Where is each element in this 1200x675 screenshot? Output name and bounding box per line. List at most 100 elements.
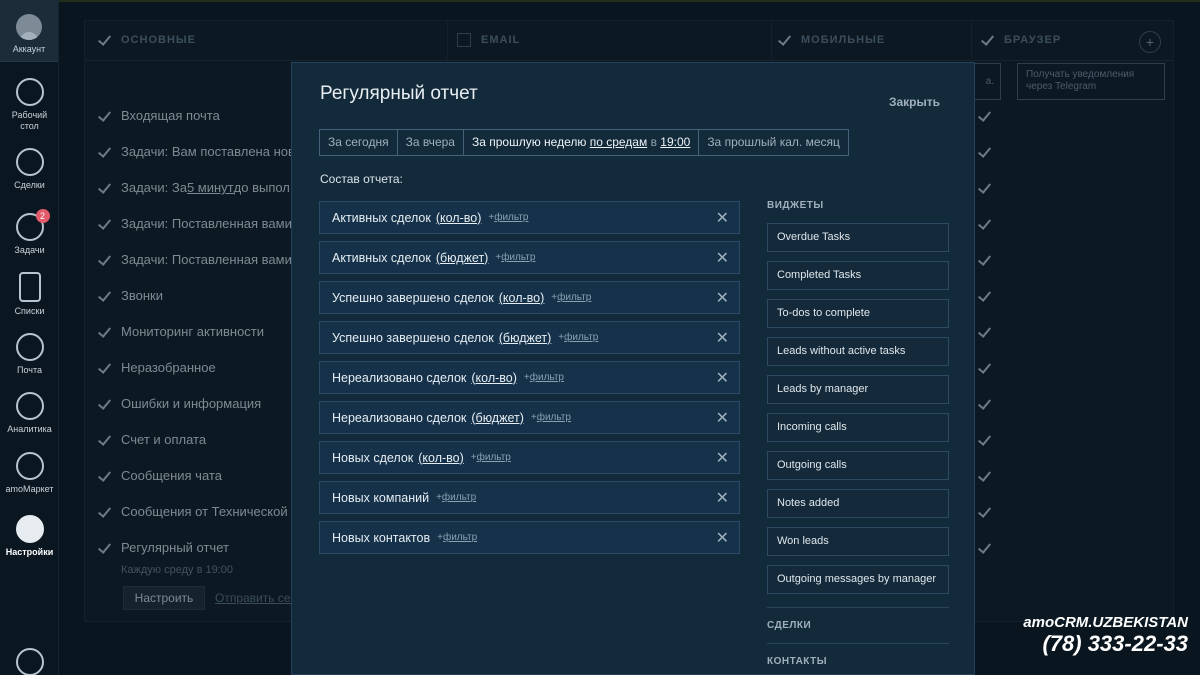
report-item-label: Активных сделок bbox=[332, 210, 431, 225]
account-label: Аккаунт bbox=[12, 44, 46, 54]
filter-label: фильтр bbox=[441, 492, 477, 503]
widget-item[interactable]: Outgoing messages by manager bbox=[767, 565, 949, 594]
report-item-unit-select[interactable]: (бюджет) bbox=[436, 251, 489, 265]
sidebar-item-label: Задачи bbox=[14, 245, 45, 255]
report-item-unit-select[interactable]: (кол-во) bbox=[471, 371, 517, 385]
deals-section[interactable]: СДЕЛКИ bbox=[767, 620, 811, 631]
sidebar-item-dashboard[interactable]: Рабочий стол bbox=[0, 78, 59, 132]
check-icon: 2 bbox=[15, 209, 50, 241]
add-filter-link[interactable]: +фильтр bbox=[437, 532, 477, 543]
widget-item[interactable]: To-dos to complete bbox=[767, 299, 949, 328]
widget-item[interactable]: Incoming calls bbox=[767, 413, 949, 442]
sidebar-item-label: Рабочий стол bbox=[11, 110, 48, 131]
report-item[interactable]: Новых компаний +фильтр ✕ bbox=[319, 481, 740, 514]
sidebar-item-label: Почта bbox=[17, 365, 42, 375]
filter-label: фильтр bbox=[564, 332, 599, 343]
filter-label: фильтр bbox=[536, 412, 571, 423]
composition-label: Состав отчета: bbox=[320, 172, 403, 186]
filter-label: фильтр bbox=[529, 372, 564, 383]
filter-label: фильтр bbox=[501, 252, 536, 263]
add-filter-link[interactable]: +фильтр bbox=[524, 372, 564, 383]
widget-item[interactable]: Completed Tasks bbox=[767, 261, 949, 290]
brand-name: amoCRM.UZBEKISTAN bbox=[1023, 614, 1188, 631]
sidebar-item-mail[interactable]: Почта bbox=[0, 333, 59, 376]
modal-title: Регулярный отчет bbox=[320, 83, 478, 104]
report-item[interactable]: Новых сделок (кол-во) +фильтр ✕ bbox=[319, 441, 740, 474]
report-item[interactable]: Нереализовано сделок (кол-во) +фильтр ✕ bbox=[319, 361, 740, 394]
weekday-select[interactable]: по средам bbox=[590, 135, 648, 149]
add-filter-link[interactable]: +фильтр bbox=[551, 292, 591, 303]
report-item-label: Успешно завершено сделок bbox=[332, 290, 494, 305]
widgets-list: Overdue Tasks Completed Tasks To-dos to co… bbox=[767, 223, 949, 603]
add-filter-link[interactable]: +фильтр bbox=[558, 332, 598, 343]
widget-item[interactable]: Notes added bbox=[767, 489, 949, 518]
sidebar-item-label: amoМаркет bbox=[5, 484, 54, 494]
report-item[interactable]: Нереализовано сделок (бюджет) +фильтр ✕ bbox=[319, 401, 740, 434]
remove-icon[interactable]: ✕ bbox=[716, 408, 729, 428]
report-item-unit-select[interactable]: (кол-во) bbox=[436, 211, 482, 225]
report-item[interactable]: Активных сделок (кол-во) +фильтр ✕ bbox=[319, 201, 740, 234]
period-today[interactable]: За сегодня bbox=[320, 130, 398, 155]
period-last-week[interactable]: За прошлую неделю по средам в 19:00 bbox=[464, 130, 700, 155]
report-item-label: Нереализовано сделок bbox=[332, 410, 467, 425]
divider bbox=[767, 643, 949, 644]
report-item[interactable]: Успешно завершено сделок (бюджет) +фильтр ✕ bbox=[319, 321, 740, 354]
sidebar-item-market[interactable]: amoМаркет bbox=[0, 452, 59, 495]
add-filter-link[interactable]: +фильтр bbox=[531, 412, 571, 423]
add-filter-link[interactable]: +фильтр bbox=[488, 212, 528, 223]
sidebar-item-dollar[interactable]: Сделки bbox=[0, 148, 59, 191]
sidebar-item-chat[interactable] bbox=[0, 648, 59, 675]
report-item-label: Успешно завершено сделок bbox=[332, 330, 494, 345]
mail-icon bbox=[15, 333, 44, 361]
wrench-icon bbox=[15, 515, 44, 543]
sidebar: Аккаунт Рабочий стол Сделки 2 Задачи Списки П… bbox=[0, 0, 59, 675]
remove-icon[interactable]: ✕ bbox=[716, 368, 729, 388]
widget-item[interactable]: Outgoing calls bbox=[767, 451, 949, 480]
remove-icon[interactable]: ✕ bbox=[716, 248, 729, 268]
sidebar-item-list[interactable]: Списки bbox=[0, 272, 59, 317]
report-item-label: Активных сделок bbox=[332, 250, 431, 265]
widget-item[interactable]: Won leads bbox=[767, 527, 949, 556]
brand-phone: (78) 333-22-33 bbox=[1042, 631, 1188, 656]
widget-item[interactable]: Leads by manager bbox=[767, 375, 949, 404]
list-icon bbox=[18, 272, 41, 302]
chat-icon bbox=[15, 648, 44, 675]
brand-watermark: amoCRM.UZBEKISTAN (78) 333-22-33 bbox=[1023, 614, 1188, 657]
remove-icon[interactable]: ✕ bbox=[716, 288, 729, 308]
remove-icon[interactable]: ✕ bbox=[716, 448, 729, 468]
report-item-unit-select[interactable]: (кол-во) bbox=[499, 291, 545, 305]
filter-label: фильтр bbox=[442, 532, 478, 543]
report-item[interactable]: Активных сделок (бюджет) +фильтр ✕ bbox=[319, 241, 740, 274]
report-item[interactable]: Успешно завершено сделок (кол-во) +фильтр ✕ bbox=[319, 281, 740, 314]
remove-icon[interactable]: ✕ bbox=[716, 528, 729, 548]
report-item-label: Новых сделок bbox=[332, 450, 414, 465]
remove-icon[interactable]: ✕ bbox=[716, 328, 729, 348]
sidebar-item-check[interactable]: 2 Задачи bbox=[0, 209, 59, 256]
notification-badge: 2 bbox=[35, 209, 50, 223]
widget-item[interactable]: Overdue Tasks bbox=[767, 223, 949, 252]
report-item[interactable]: Новых контактов +фильтр ✕ bbox=[319, 521, 740, 554]
widget-item[interactable]: Leads without active tasks bbox=[767, 337, 949, 366]
period-last-month[interactable]: За прошлый кал. месяц bbox=[699, 130, 848, 155]
contacts-section[interactable]: КОНТАКТЫ bbox=[767, 656, 827, 667]
sidebar-item-analytics[interactable]: Аналитика bbox=[0, 392, 59, 435]
close-button[interactable]: Закрыть bbox=[889, 95, 940, 109]
report-item-label: Нереализовано сделок bbox=[332, 370, 467, 385]
remove-icon[interactable]: ✕ bbox=[716, 208, 729, 228]
add-filter-link[interactable]: +фильтр bbox=[495, 252, 535, 263]
add-filter-link[interactable]: +фильтр bbox=[471, 452, 511, 463]
sidebar-item-wrench[interactable]: Настройки bbox=[0, 515, 59, 558]
filter-label: фильтр bbox=[494, 212, 529, 223]
regular-report-modal: Регулярный отчет Закрыть За сегодня За в… bbox=[291, 62, 975, 675]
time-select[interactable]: 19:00 bbox=[660, 135, 690, 149]
report-item-unit-select[interactable]: (бюджет) bbox=[471, 411, 524, 425]
report-items-list: Активных сделок (кол-во) +фильтр ✕ Активных … bbox=[319, 201, 740, 561]
remove-icon[interactable]: ✕ bbox=[716, 488, 729, 508]
add-filter-link[interactable]: +фильтр bbox=[436, 492, 476, 503]
sidebar-account[interactable]: Аккаунт bbox=[0, 0, 58, 62]
report-item-unit-select[interactable]: (кол-во) bbox=[418, 451, 464, 465]
filter-label: фильтр bbox=[557, 292, 592, 303]
report-item-unit-select[interactable]: (бюджет) bbox=[499, 331, 552, 345]
period-yesterday[interactable]: За вчера bbox=[398, 130, 464, 155]
report-item-label: Новых компаний bbox=[332, 490, 430, 505]
